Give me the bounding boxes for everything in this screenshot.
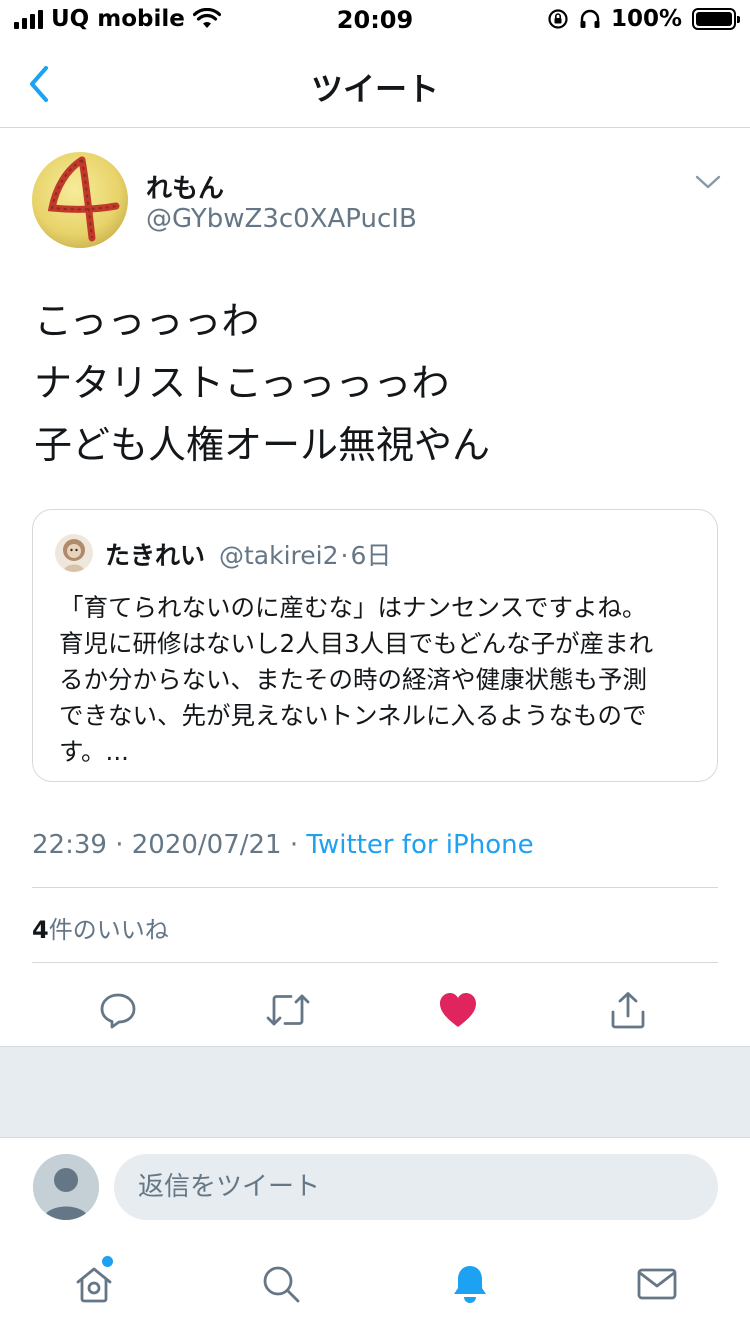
tweet-text: こっっっっわ ナタリストこっっっっわ 子ども人権オール無視やん (34, 290, 724, 476)
quote-line: るか分からない、またその時の経済や健康状態も予測 (59, 665, 647, 694)
quote-text: 「育てられないのに産むな」はナンセンスですよね。 育児に研修はないし2人目3人目… (59, 590, 705, 770)
avatar-image (32, 152, 128, 248)
tweet-actions (0, 980, 750, 1040)
avatar[interactable] (32, 152, 128, 248)
quote-age: 6日 (350, 541, 392, 570)
quote-line: す。... (59, 737, 129, 766)
likes-label: 件のいいね (48, 916, 169, 944)
meta-separator: · (115, 830, 124, 860)
tab-home[interactable] (64, 1254, 124, 1314)
tweet-meta: 22:39 · 2020/07/21 · Twitter for iPhone (32, 830, 534, 860)
orientation-lock-icon (548, 9, 568, 29)
current-user-avatar[interactable] (33, 1154, 99, 1220)
chevron-down-icon[interactable] (694, 172, 722, 192)
quote-avatar (55, 534, 93, 572)
likes-count[interactable]: 4件のいいね (32, 910, 169, 945)
quote-separator: · (340, 541, 349, 570)
likes-number: 4 (32, 916, 49, 944)
quote-avatar-image (55, 534, 93, 572)
default-avatar-icon (33, 1154, 99, 1220)
user-name[interactable]: れもん (146, 168, 224, 205)
divider (32, 887, 718, 888)
user-handle[interactable]: @GYbwZ3c0XAPucIB (146, 204, 417, 234)
reply-bar (0, 1138, 750, 1236)
home-icon (76, 1267, 112, 1303)
like-icon-filled (440, 993, 476, 1027)
reply-icon (100, 993, 136, 1029)
tweet-line: ナタリストこっっっっわ (34, 361, 450, 405)
meta-separator: · (289, 830, 299, 860)
share-button[interactable] (598, 980, 658, 1040)
like-button[interactable] (428, 980, 488, 1040)
tweet-date: 2020/07/21 (131, 830, 282, 860)
headphones-icon (580, 9, 600, 28)
quote-header: たきれい @takirei2·6日 (105, 536, 391, 572)
tab-bar (0, 1236, 750, 1334)
status-bar: UQ mobile 20:09 100% (0, 0, 750, 40)
quoted-tweet[interactable]: たきれい @takirei2·6日 「育てられないのに産むな」はナンセンスですよ… (32, 509, 718, 782)
retweet-icon (266, 994, 310, 1026)
divider (32, 962, 718, 963)
tweet-header: れもん @GYbwZ3c0XAPucIB (32, 152, 722, 252)
new-content-dot (102, 1256, 113, 1267)
notifications-icon (454, 1266, 486, 1303)
status-right: 100% (547, 6, 740, 32)
tab-search[interactable] (251, 1254, 311, 1314)
quote-user-handle: @takirei2 (218, 541, 339, 570)
tweet-line: こっっっっわ (34, 299, 260, 343)
tweet-time: 22:39 (32, 830, 107, 860)
nav-bar: ツイート (0, 40, 750, 128)
quote-line: できない、先が見えないトンネルに入るようなもので (59, 701, 647, 730)
tweet-line: 子ども人権オール無視やん (34, 423, 491, 467)
reply-input[interactable] (114, 1154, 718, 1220)
retweet-button[interactable] (258, 980, 318, 1040)
battery-icon (692, 8, 740, 30)
reply-button[interactable] (88, 980, 148, 1040)
search-icon (263, 1266, 300, 1303)
messages-icon (637, 1268, 677, 1300)
quote-user-name: たきれい (105, 541, 206, 570)
replies-placeholder-area (0, 1046, 750, 1138)
share-icon (611, 992, 645, 1029)
tab-messages[interactable] (627, 1254, 687, 1314)
quote-line: 「育てられないのに産むな」はナンセンスですよね。 (59, 593, 647, 622)
tab-notifications[interactable] (440, 1254, 500, 1314)
quote-line: 育児に研修はないし2人目3人目でもどんな子が産まれ (59, 629, 654, 658)
page-title: ツイート (310, 70, 439, 108)
tweet-source-link[interactable]: Twitter for iPhone (306, 830, 533, 860)
battery-percent: 100% (610, 6, 682, 32)
